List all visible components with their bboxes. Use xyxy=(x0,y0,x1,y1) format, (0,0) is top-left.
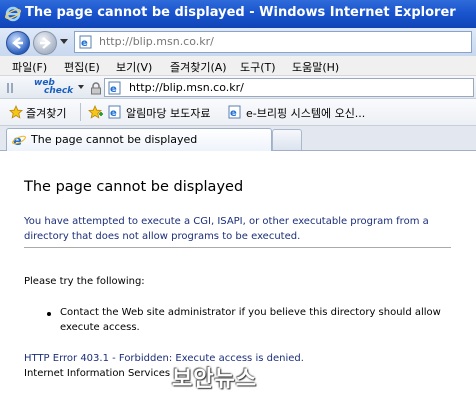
try-following-label: Please try the following: xyxy=(24,276,145,287)
back-arrow-icon xyxy=(12,37,23,49)
iis-label: Internet Information Services xyxy=(24,368,171,379)
webcheck-logo-line2: check xyxy=(44,86,74,96)
svg-text:e: e xyxy=(110,108,117,119)
divider xyxy=(24,247,451,248)
page-icon: e xyxy=(108,104,122,123)
back-button[interactable] xyxy=(6,31,30,55)
bullet-point xyxy=(47,312,51,316)
ie-window: The page cannot be displayed - Windows I… xyxy=(0,0,476,397)
http-error-line: HTTP Error 403.1 - Forbidden: Execute ac… xyxy=(24,353,304,364)
suggestion-line-1: Contact the Web site administrator if yo… xyxy=(60,307,441,318)
svg-text:e: e xyxy=(110,84,117,95)
webcheck-address-text: http://blip.msn.co.kr/ xyxy=(129,81,244,94)
tab-active[interactable]: e The page cannot be displayed xyxy=(6,128,272,151)
page-heading: The page cannot be displayed xyxy=(24,179,244,195)
watermark: 보안뉴스 xyxy=(172,367,257,392)
menu-bar: 파일(F) 편집(E) 보기(V) 즐겨찾기(A) 도구(T) 도움말(H) xyxy=(0,56,476,76)
svg-text:e: e xyxy=(13,134,22,147)
error-description-line-2: directory that does not allow programs t… xyxy=(24,231,301,242)
toolbar-grip-icon xyxy=(6,80,24,99)
forward-arrow-icon xyxy=(40,37,51,49)
ie-page-icon: e xyxy=(12,132,26,151)
webcheck-logo[interactable]: web check xyxy=(34,78,74,96)
tab-label: The page cannot be displayed xyxy=(31,133,198,146)
page-content: The page cannot be displayed You have at… xyxy=(0,151,476,397)
menu-help[interactable]: 도움말(H) xyxy=(292,59,339,75)
webcheck-address-field[interactable]: e http://blip.msn.co.kr/ xyxy=(104,78,474,97)
menu-view[interactable]: 보기(V) xyxy=(116,59,152,75)
recent-pages-dropdown[interactable] xyxy=(60,39,68,44)
favorite-link-2[interactable]: e-브리핑 시스템에 오신... xyxy=(246,105,365,121)
tab-strip: e The page cannot be displayed xyxy=(0,126,476,151)
title-bar[interactable]: The page cannot be displayed - Windows I… xyxy=(0,0,476,28)
add-to-favorites-icon[interactable] xyxy=(88,104,104,123)
page-icon: e xyxy=(108,80,122,99)
menu-edit[interactable]: 편집(E) xyxy=(64,59,100,75)
favorites-bar: 즐겨찾기 e 알림마당 보도자료 e e-브리핑 시스템에 오신... xyxy=(0,99,476,126)
web-check-toolbar: web check e http://blip.msn.co.kr/ xyxy=(0,76,476,99)
page-icon: e xyxy=(228,104,242,123)
new-tab-button[interactable] xyxy=(272,129,302,150)
forward-button[interactable] xyxy=(33,31,57,55)
lock-icon[interactable] xyxy=(90,80,102,99)
favorites-star-icon[interactable] xyxy=(9,104,23,123)
menu-favorites[interactable]: 즐겨찾기(A) xyxy=(170,59,227,75)
page-icon: e xyxy=(79,34,93,53)
menu-tools[interactable]: 도구(T) xyxy=(240,59,276,75)
favorites-button-label[interactable]: 즐겨찾기 xyxy=(26,105,66,121)
address-text: http://blip.msn.co.kr/ xyxy=(99,35,214,48)
favorite-link-1[interactable]: 알림마당 보도자료 xyxy=(126,105,210,121)
navigation-bar: e http://blip.msn.co.kr/ xyxy=(0,28,476,56)
suggestion-line-2: execute access. xyxy=(60,322,140,333)
favorites-separator xyxy=(80,103,81,121)
webcheck-dropdown[interactable] xyxy=(78,85,84,89)
address-field[interactable]: e http://blip.msn.co.kr/ xyxy=(74,31,472,53)
menu-file[interactable]: 파일(F) xyxy=(12,59,47,75)
error-description-line-1: You have attempted to execute a CGI, ISA… xyxy=(24,216,429,227)
ie-logo-icon xyxy=(5,6,21,26)
window-title: The page cannot be displayed - Windows I… xyxy=(25,5,456,20)
svg-text:e: e xyxy=(230,108,237,119)
svg-text:e: e xyxy=(81,38,88,49)
